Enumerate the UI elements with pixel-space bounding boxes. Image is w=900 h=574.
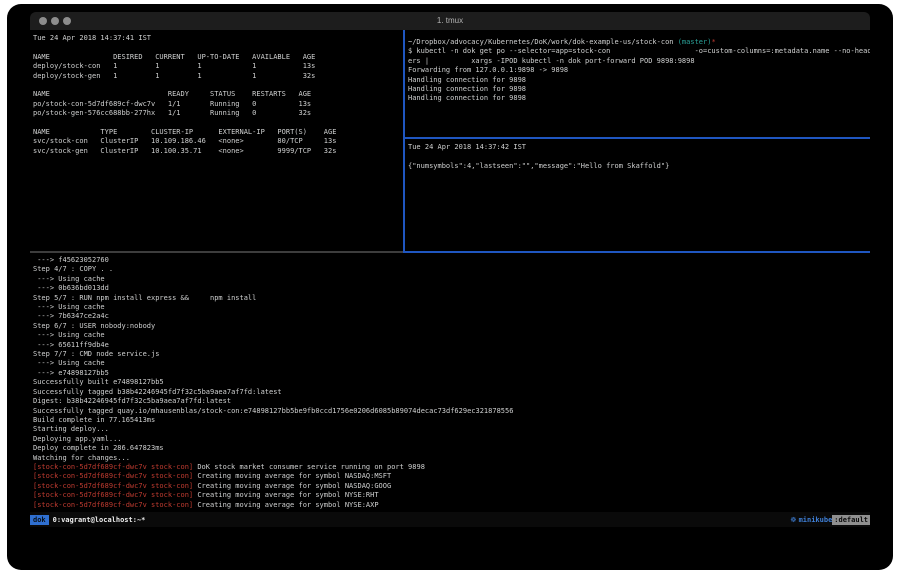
pod-log-prefix: [stock-con-5d7df689cf-dwc7v stock-con] [33,472,193,480]
terminal-line: ---> 0b636bd013dd [33,284,867,293]
git-dirty-flag: * [711,38,715,46]
terminal-line: svc/stock-con ClusterIP 10.109.186.46 <n… [33,137,401,146]
pane-border-horizontal-left[interactable] [30,251,403,253]
terminal-line: NAME DESIRED CURRENT UP-TO-DATE AVAILABL… [33,53,401,62]
pane-curl-output[interactable]: Tue 24 Apr 2018 14:37:42 IST {"numsymbols… [408,143,870,249]
pod-log-line: [stock-con-5d7df689cf-dwc7v stock-con] Cr… [33,472,867,481]
pod-log-line: [stock-con-5d7df689cf-dwc7v stock-con] Cr… [33,501,867,510]
pane-port-forward[interactable]: ~/Dropbox/advocacy/Kubernetes/DoK/work/d… [408,38,870,137]
kube-namespace-badge: :default [832,515,870,525]
terminal-line: Deploying app.yaml... [33,435,867,444]
terminal-line: ---> Using cache [33,359,867,368]
pod-log-message: DoK stock market consumer service runnin… [197,463,425,471]
active-window-label[interactable]: 0:vagrant@localhost:~* [53,516,146,524]
pod-log-message: Creating moving average for symbol NYSE:… [197,491,378,499]
pane-border-horizontal-active[interactable] [403,251,870,253]
tmux-terminal: Tue 24 Apr 2018 14:37:41 IST NAME DESIRED… [30,30,870,512]
terminal-line: {"numsymbols":4,"lastseen":"","message":… [408,162,870,171]
terminal-line: ---> f45623052760 [33,256,867,265]
pod-log-message: Creating moving average for symbol NASDA… [197,482,391,490]
terminal-line: Digest: b38b42246945fd7f32c5ba9aea7af7fd… [33,397,867,406]
window-titlebar[interactable]: 1. tmux [30,12,870,30]
terminal-line: Tue 24 Apr 2018 14:37:42 IST [408,143,870,152]
terminal-line: Successfully tagged b38b42246945fd7f32c5… [33,388,867,397]
terminal-line: po/stock-gen-576cc688bb-277hx 1/1 Runnin… [33,109,401,118]
pod-log-prefix: [stock-con-5d7df689cf-dwc7v stock-con] [33,482,193,490]
tmux-status-bar: dok 0:vagrant@localhost:~* ☸ minikube :d… [30,512,870,527]
terminal-line: Starting deploy... [33,425,867,434]
terminal-line: Handling connection for 9898 [408,85,870,94]
git-branch: (master) [678,38,712,46]
pod-log-message: Creating moving average for symbol NYSE:… [197,501,378,509]
terminal-line: ---> e74898127bb5 [33,369,867,378]
terminal-line [33,81,401,90]
pod-log-prefix: [stock-con-5d7df689cf-dwc7v stock-con] [33,501,193,509]
pod-log-line: [stock-con-5d7df689cf-dwc7v stock-con] Cr… [33,482,867,491]
terminal-line: Tue 24 Apr 2018 14:37:41 IST [33,34,401,43]
terminal-line: Handling connection for 9898 [408,94,870,103]
pane-border-horizontal-right[interactable] [403,137,870,139]
terminal-line: Successfully tagged quay.io/mhausenblas/… [33,407,867,416]
screen-frame: 1. tmux Tue 24 Apr 2018 14:37:41 IST NAME… [7,4,893,570]
prompt-path: ~/Dropbox/advocacy/Kubernetes/DoK/work/d… [408,38,678,46]
window-title: 1. tmux [30,12,870,30]
terminal-window: 1. tmux Tue 24 Apr 2018 14:37:41 IST NAME… [30,12,870,527]
kubernetes-helm-icon: ☸ [790,516,796,524]
terminal-line: ---> 7b6347ce2a4c [33,312,867,321]
pod-log-line: [stock-con-5d7df689cf-dwc7v stock-con] Cr… [33,491,867,500]
terminal-line: Successfully built e74898127bb5 [33,378,867,387]
terminal-line: Forwarding from 127.0.0.1:9898 -> 9898 [408,66,870,75]
terminal-line: Step 4/7 : COPY . . [33,265,867,274]
terminal-line: ---> Using cache [33,275,867,284]
pod-log-message: Creating moving average for symbol NASDA… [197,472,391,480]
pane-border-vertical[interactable] [403,30,405,251]
terminal-line: deploy/stock-con 1 1 1 1 13s [33,62,401,71]
pod-log-prefix: [stock-con-5d7df689cf-dwc7v stock-con] [33,491,193,499]
terminal-line: ---> Using cache [33,303,867,312]
terminal-line [33,43,401,52]
pod-log-prefix: [stock-con-5d7df689cf-dwc7v stock-con] [33,463,193,471]
terminal-line [408,152,870,161]
terminal-line: Handling connection for 9898 [408,76,870,85]
terminal-line: $ kubectl -n dok get po --selector=app=s… [408,47,870,56]
terminal-line: ers | xargs -IPOD kubectl -n dok port-fo… [408,57,870,66]
pod-log-line: [stock-con-5d7df689cf-dwc7v stock-con] Do… [33,463,867,472]
pane-skaffold-build-log[interactable]: ---> f45623052760Step 4/7 : COPY . . ---… [33,256,867,512]
terminal-line: NAME TYPE CLUSTER-IP EXTERNAL-IP PORT(S)… [33,128,401,137]
terminal-line: svc/stock-gen ClusterIP 10.100.35.71 <no… [33,147,401,156]
session-name-chip[interactable]: dok [30,515,49,525]
terminal-line: po/stock-con-5d7df689cf-dwc7v 1/1 Runnin… [33,100,401,109]
kube-context-label: minikube [799,516,833,524]
terminal-line: Step 7/7 : CMD node service.js [33,350,867,359]
pane-kubectl-watch[interactable]: Tue 24 Apr 2018 14:37:41 IST NAME DESIRED… [33,34,401,250]
terminal-line: Step 5/7 : RUN npm install express && np… [33,294,867,303]
terminal-line: deploy/stock-gen 1 1 1 1 32s [33,72,401,81]
terminal-line: NAME READY STATUS RESTARTS AGE [33,90,401,99]
terminal-line: Watching for changes... [33,454,867,463]
terminal-line: Deploy complete in 286.647823ms [33,444,867,453]
terminal-line: ---> 65611ff9db4e [33,341,867,350]
status-right: ☸ minikube :default [790,515,870,525]
shell-prompt-line: ~/Dropbox/advocacy/Kubernetes/DoK/work/d… [408,38,870,47]
terminal-line: Step 6/7 : USER nobody:nobody [33,322,867,331]
terminal-line: ---> Using cache [33,331,867,340]
terminal-line: Build complete in 77.165413ms [33,416,867,425]
terminal-line [33,119,401,128]
